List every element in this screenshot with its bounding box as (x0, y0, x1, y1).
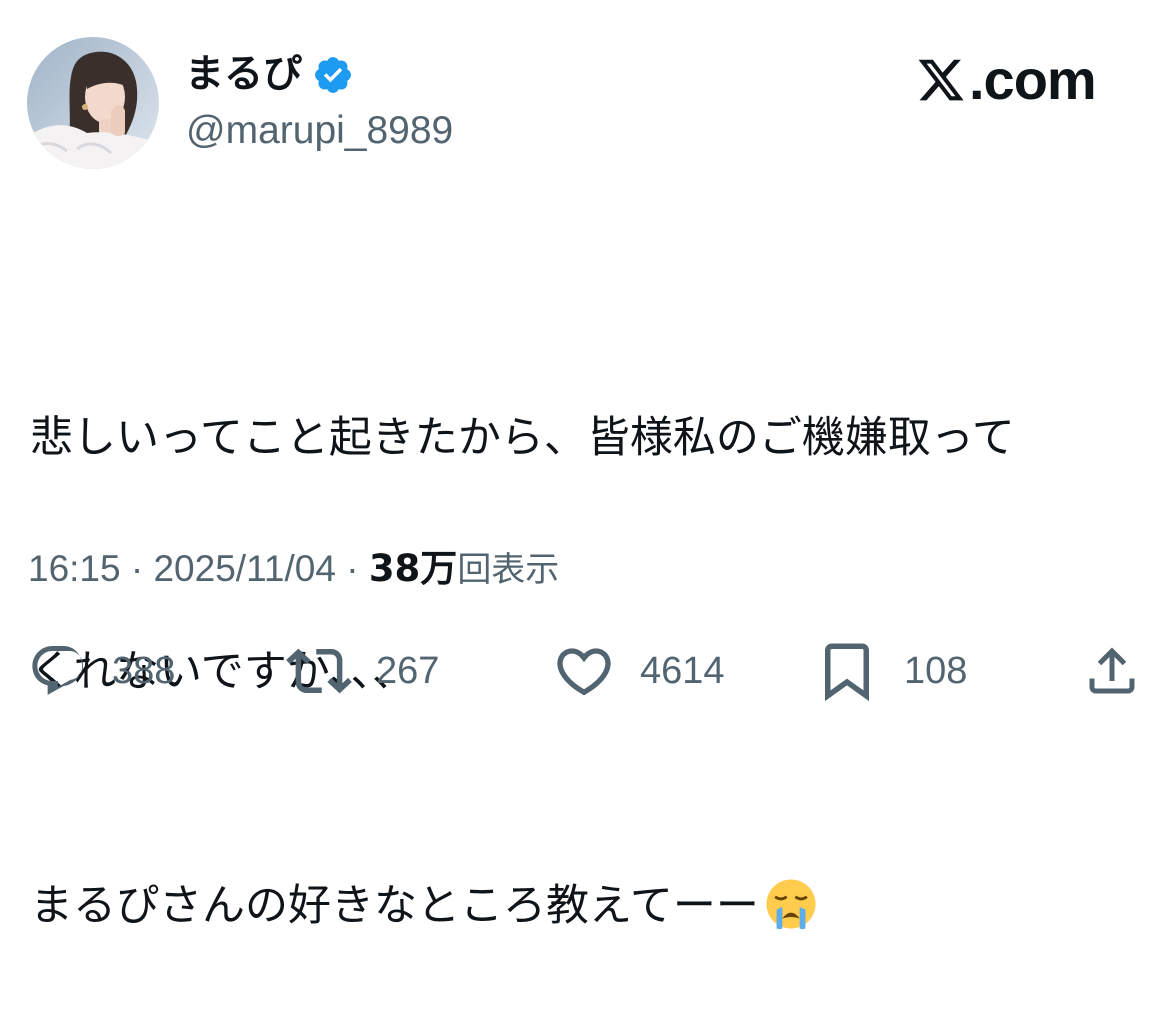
meta-separator: · (130, 548, 144, 589)
tweet-time[interactable]: 16:15 (28, 548, 121, 589)
reply-icon (32, 646, 84, 695)
tweet-date[interactable]: 2025/11/04 (153, 548, 335, 589)
loudly-crying-face-emoji (766, 879, 816, 930)
meta-separator: · (346, 548, 359, 589)
reply-count: 388 (112, 649, 176, 692)
repost-button[interactable]: 267 (286, 638, 439, 704)
repost-count: 267 (376, 649, 440, 692)
verified-badge-icon (315, 57, 351, 93)
brand-label: .com (969, 48, 1097, 111)
user-handle[interactable]: @marupi_8989 (186, 106, 453, 156)
share-button[interactable] (1082, 638, 1142, 704)
tweet-meta: 16:15 · 2025/11/04 · 38万回表示 (28, 546, 559, 593)
x-logo-icon (918, 59, 964, 101)
reply-button[interactable]: 388 (28, 638, 175, 704)
views-count: 38万 (368, 547, 458, 590)
heart-icon (557, 648, 611, 696)
tweet-line: まるぴさんの好きなところ教えてーー (30, 881, 759, 931)
bookmark-button[interactable]: 108 (814, 638, 967, 704)
avatar[interactable] (27, 37, 159, 169)
views-label: 回表示 (457, 550, 560, 590)
repost-icon (286, 648, 352, 694)
profile-photo (27, 37, 159, 169)
bookmark-icon (825, 643, 869, 702)
display-name[interactable]: まるぴ (185, 50, 302, 100)
like-count: 4614 (640, 649, 725, 692)
tweet-line: 悲しいってこと起きたから、皆様私のご機嫌取って (30, 413, 1015, 463)
display-name-row[interactable]: まるぴ (185, 50, 354, 100)
bookmark-count: 108 (904, 649, 968, 692)
brand-mark: .com (915, 48, 1097, 112)
like-button[interactable]: 4614 (552, 638, 725, 704)
action-bar: 388 267 4614 108 (0, 638, 1170, 704)
tweet-line-with-emoji: まるぴさんの好きなところ教えてーー (30, 867, 1140, 945)
share-icon (1089, 647, 1135, 694)
tweet-text: 悲しいってこと起きたから、皆様私のご機嫌取って くれないですか、、、 まるぴさん… (30, 243, 1140, 1023)
